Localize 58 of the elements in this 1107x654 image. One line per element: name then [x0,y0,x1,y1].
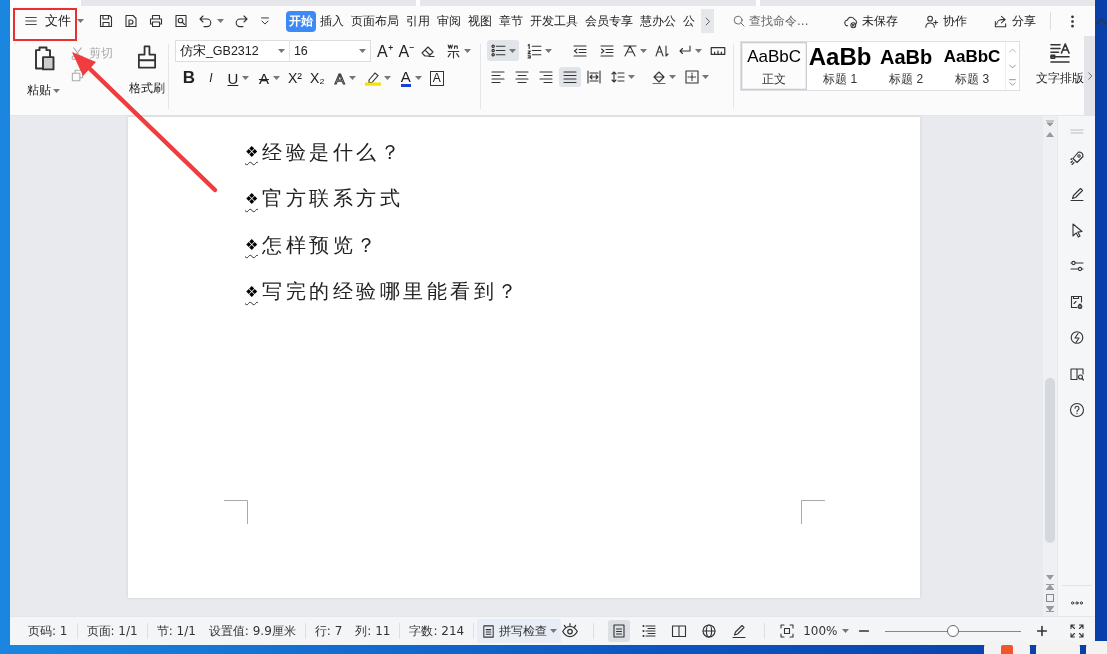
status-field: 页码: 1 [28,622,68,640]
text-effect-button[interactable]: A [332,68,347,88]
status-field: 设置值: 9.9厘米 [208,622,296,640]
style-preview: AaBb [879,45,933,70]
file-menu-button[interactable]: 文件 [16,8,77,34]
bold-button[interactable]: B [181,68,196,88]
ribbon-tab[interactable]: 插入 [317,10,347,32]
unsaved-button[interactable]: 未保存 [843,12,898,30]
style-name: 标题 2 [889,71,924,88]
underline-button[interactable]: U [225,68,240,88]
collaborate-button[interactable]: 协作 [924,12,967,30]
style-preset[interactable]: AaBb 标题 2 [873,42,940,90]
style-preview: AaBb [808,44,872,70]
font-size-button[interactable]: A⁺ [376,41,393,61]
search-field[interactable]: 查找命令... [732,14,831,28]
zoom-dropdown[interactable]: 100% [803,624,849,638]
style-name: 标题 1 [823,71,858,88]
ribbon-tab[interactable]: 引用 [403,10,433,32]
character-border-button[interactable]: A [429,68,444,88]
ribbon-tab[interactable]: 会员专享 [582,10,636,32]
ribbon-tab[interactable]: 视图 [465,10,495,32]
status-field: 行: 7 [314,622,343,640]
list-item-text: 官方联系方式 [262,187,403,212]
share-button[interactable]: 分享 [993,12,1036,30]
list-bullet: ❖ [245,236,258,255]
font-color-button[interactable]: A [398,68,413,88]
ribbon-tab[interactable]: 公 [680,10,698,32]
script-button[interactable]: X² [287,68,302,88]
style-name: 正文 [762,71,787,88]
style-preset[interactable]: AaBb 标题 1 [807,42,874,90]
font-size-button[interactable]: A⁻ [398,41,415,61]
ribbon-tab[interactable]: 页面布局 [348,10,402,32]
ribbon-tab[interactable]: 审阅 [434,10,464,32]
strikethrough-button[interactable]: A [256,68,271,88]
list-item-text: 经验是什么？ [262,140,403,165]
text-layout-button[interactable]: 文字排版 [1024,36,1085,115]
style-name: 标题 3 [955,71,990,88]
style-preview: AaBbC [943,46,1001,68]
style-preset[interactable]: AaBbC 正文 [741,42,808,90]
format-painter-button[interactable]: 格式刷 [125,42,168,115]
script-button[interactable]: X₂ [309,68,325,88]
list-item-text: 怎样预览？ [262,233,380,258]
ribbon-tab[interactable]: 章节 [496,10,526,32]
ribbon-tab[interactable]: 慧办公 [637,10,679,32]
list-bullet: ❖ [245,143,258,162]
status-field: 页面: 1/1 [86,622,138,640]
paste-button[interactable]: 粘贴 [22,42,65,115]
list-bullet: ❖ [245,282,258,301]
status-field: 字数: 214 [409,622,465,640]
style-preview: AaBbC [747,46,801,68]
italic-button[interactable]: I [203,68,218,88]
spell-check-button[interactable]: 拼写检查 [477,619,562,643]
status-field: 节: 1/1 [156,622,196,640]
list-bullet: ❖ [245,189,258,208]
status-field: 列: 11 [355,622,391,640]
list-item-text: 写完的经验哪里能看到？ [262,280,521,305]
style-preset[interactable]: AaBbC 标题 3 [939,42,1006,90]
ribbon-tab[interactable]: 开发工具 [527,10,581,32]
